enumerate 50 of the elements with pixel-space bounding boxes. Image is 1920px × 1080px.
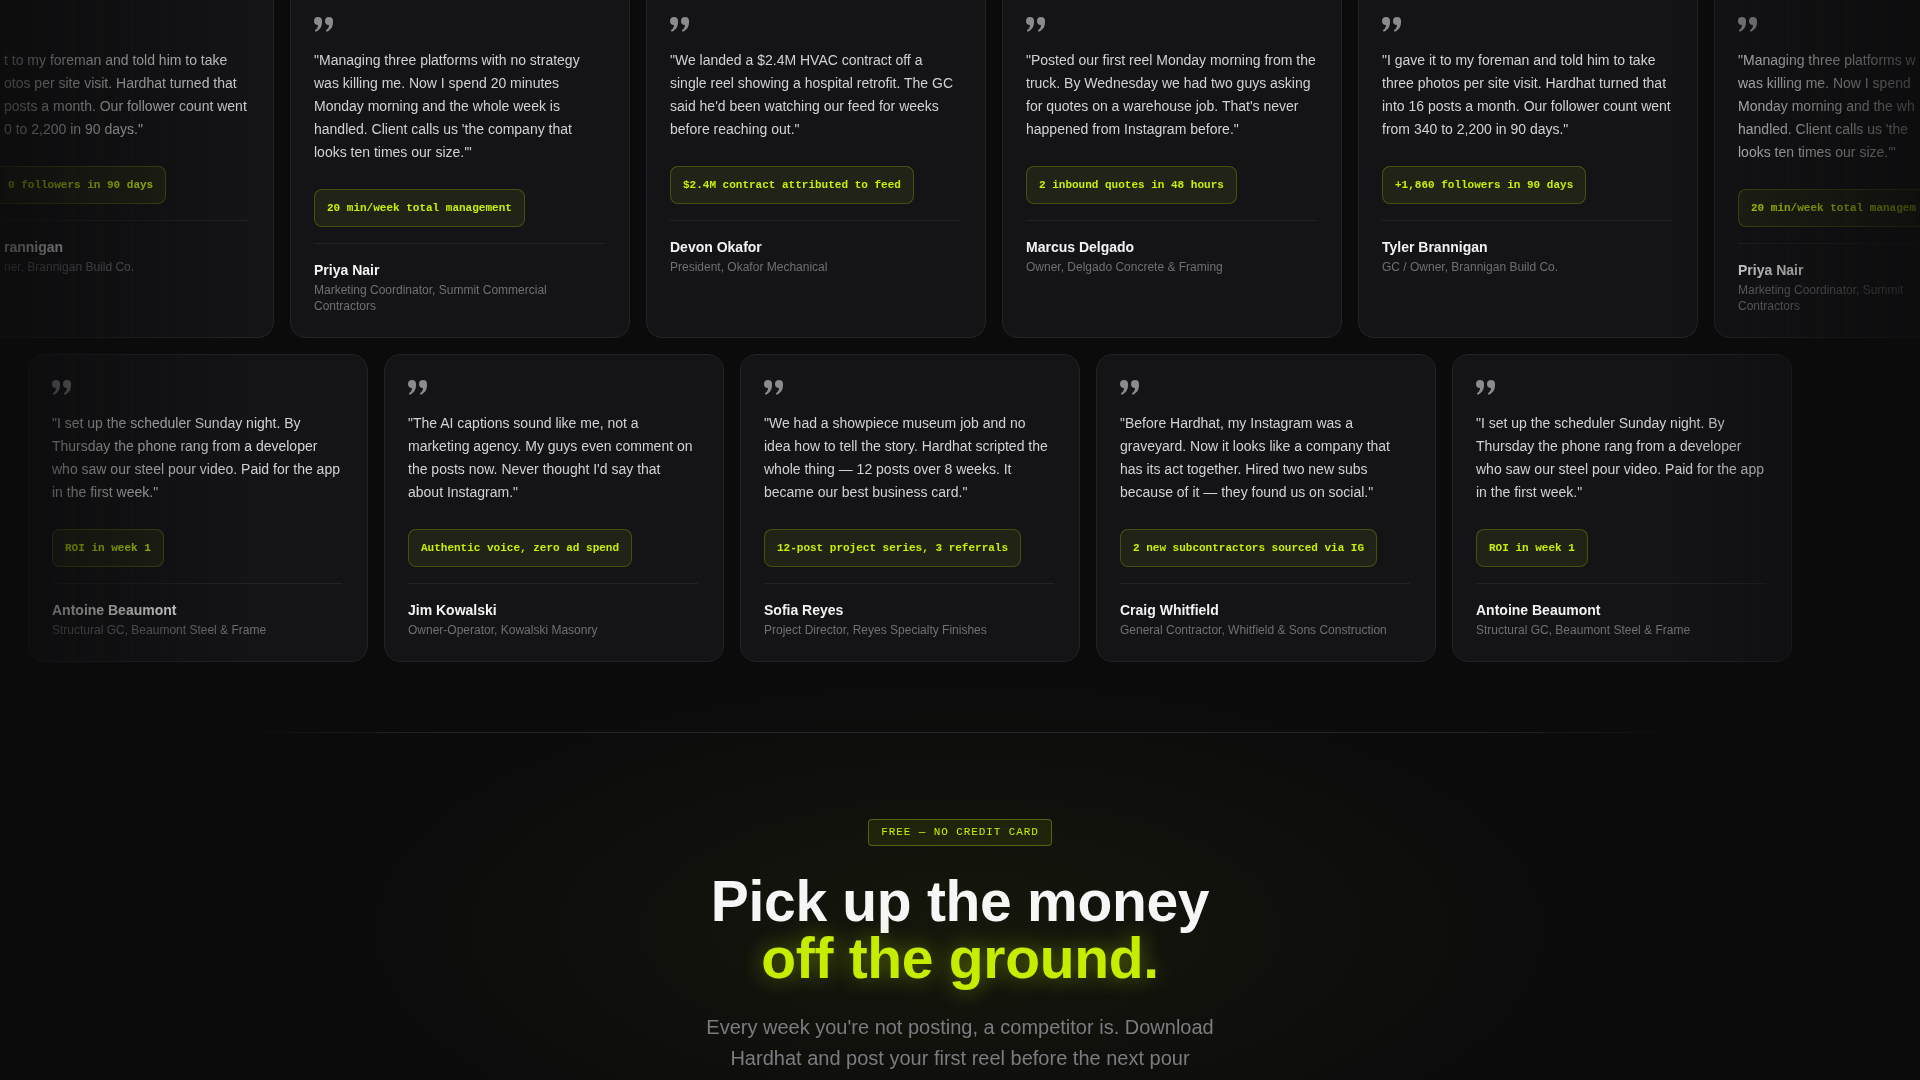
description-text: Every week you're not posting, a competitor is. Download Hardhat and post your first reel before the next pour xyxy=(705,1015,1215,1071)
result-tag: 2 inbound quotes in 48 hours xyxy=(1026,166,1237,204)
author-name: Priya Nair xyxy=(314,261,380,279)
quote-icon xyxy=(1026,17,1045,32)
quote-text: "I gave it to my foreman and told him to take three photos per site visit. Hardhat turned that into 16 posts a month. Our follower count went from 340 to 2,200 in 90 days." xyxy=(1382,51,1672,139)
author-name: Jim Kowalski xyxy=(408,601,497,619)
author-role: Owner, Delgado Concrete & Framing xyxy=(1026,259,1223,275)
author-role: Marketing Coordinator, Summit Commercial Contractors xyxy=(314,282,548,314)
quote-icon xyxy=(52,380,71,395)
author-name: rannigan xyxy=(4,238,64,256)
author-name: Craig Whitfield xyxy=(1120,601,1219,619)
author-name: Tyler Brannigan xyxy=(1382,238,1488,256)
quote-icon xyxy=(314,17,333,32)
quote-text: "Managing three platforms with no strategy was killing me. Now I spend 20 minutes Monday morning and the whole week is handled. Client calls us 'the company that looks ten times our size.'" xyxy=(314,51,581,162)
result-tag: ROI in week 1 xyxy=(1476,529,1588,567)
quote-text: "I set up the scheduler Sunday night. By Thursday the phone rang from a developer who saw our steel pour video. Paid for the app in the first week." xyxy=(1476,414,1765,502)
quote-text: "The AI captions sound like me, not a marketing agency. My guys even comment on the posts now. Never thought I'd say that about Instagram." xyxy=(408,414,694,502)
author-name: Marcus Delgado xyxy=(1026,238,1135,256)
quote-text: "Posted our first reel Monday morning from the truck. By Wednesday we had two guys asking for quotes on a warehouse job. That's never happened from Instagram before." xyxy=(1026,51,1316,139)
quote-icon xyxy=(1382,17,1401,32)
result-tag: ROI in week 1 xyxy=(52,529,164,567)
quote-icon xyxy=(1476,380,1495,395)
quote-icon xyxy=(408,380,427,395)
author-role: Project Director, Reyes Specialty Finishes xyxy=(764,622,987,638)
result-tag: 20 min/week total management xyxy=(314,189,525,227)
author-name: Sofia Reyes xyxy=(764,601,844,619)
author-role: General Contractor, Whitfield & Sons Construction xyxy=(1120,622,1387,638)
result-tag: 20 min/week total managem xyxy=(1738,189,1920,227)
author-role: Owner-Operator, Kowalski Masonry xyxy=(408,622,598,638)
quote-icon xyxy=(1120,380,1139,395)
result-tag: 12-post project series, 3 referrals xyxy=(764,529,1022,567)
quote-text: "We had a showpiece museum job and no idea how to tell the story. Hardhat scripted the whole thing — 12 posts over 8 weeks. It became our best business card." xyxy=(764,414,1049,502)
quote-icon xyxy=(1738,17,1757,32)
author-role: GC / Owner, Brannigan Build Co. xyxy=(1382,259,1559,275)
result-tag: 2 new subcontractors sourced via IG xyxy=(1120,529,1378,567)
author-role: Structural GC, Beaumont Steel & Frame xyxy=(1476,622,1691,638)
result-tag: $2.4M contract attributed to feed xyxy=(670,166,914,204)
quote-text: "Before Hardhat, my Instagram was a graveyard. Now it looks like a company that has its act together. Hired two new subs because of it — they found us on social." xyxy=(1120,414,1391,502)
quote-text: "We landed a $2.4M HVAC contract off a single reel showing a hospital retrofit. The GC said he'd been watching our feed for weeks before reaching out." xyxy=(670,51,954,139)
quote-icon xyxy=(764,380,783,395)
author-name: Devon Okafor xyxy=(670,238,762,256)
result-tag: Authentic voice, zero ad spend xyxy=(408,529,633,567)
quote-text: "I set up the scheduler Sunday night. By Thursday the phone rang from a developer who saw our steel pour video. Paid for the app in the first week." xyxy=(52,414,341,502)
author-role: President, Okafor Mechanical xyxy=(670,259,828,275)
author-name: Antoine Beaumont xyxy=(1476,601,1601,619)
author-name: Antoine Beaumont xyxy=(52,601,177,619)
offer-tag: FREE — NO CREDIT CARD xyxy=(868,819,1052,846)
result-tag: +1,860 followers in 90 days xyxy=(1382,166,1587,204)
author-name: Priya Nair xyxy=(1738,261,1804,279)
quote-icon xyxy=(670,17,689,32)
